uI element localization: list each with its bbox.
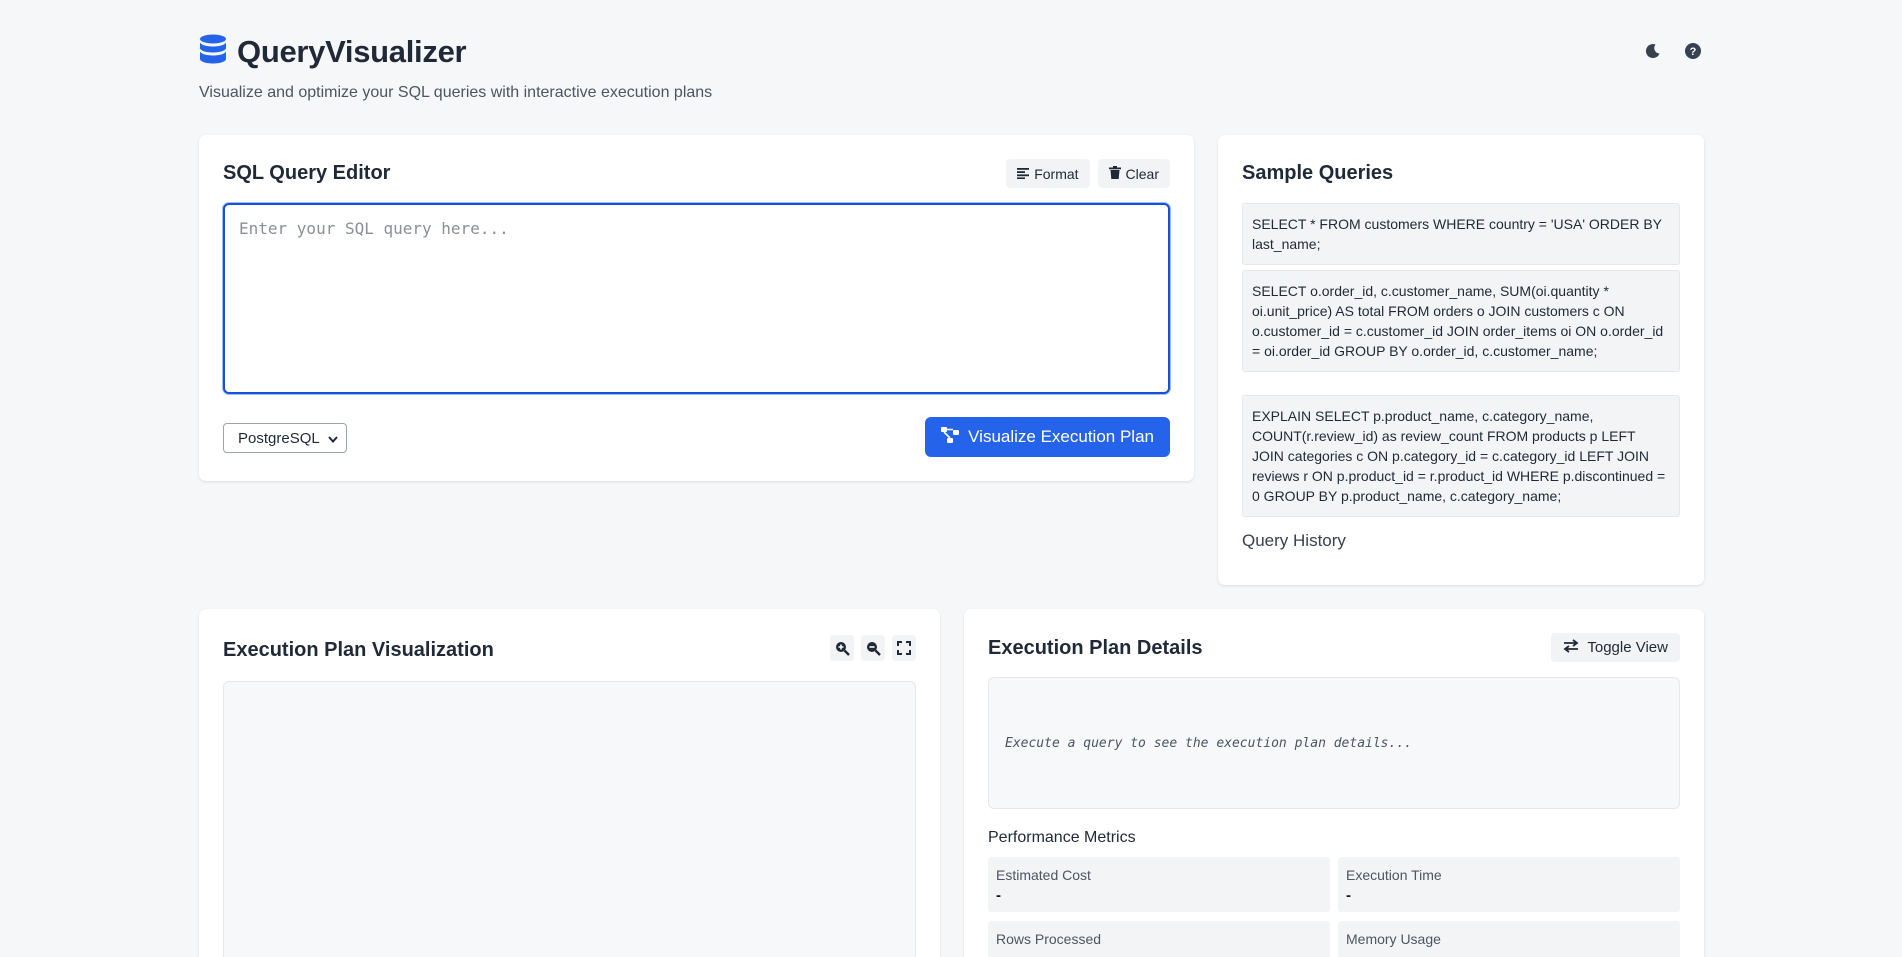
trash-icon <box>1108 165 1121 182</box>
performance-metrics-heading: Performance Metrics <box>988 829 1136 846</box>
sample-query-item[interactable]: SELECT o.order_id, c.customer_name, SUM(… <box>1242 270 1680 372</box>
brand: QueryVisualizer <box>199 34 1702 70</box>
metric-estimated-cost: Estimated Cost - <box>988 857 1330 912</box>
database-icon <box>199 34 227 70</box>
toggle-view-label: Toggle View <box>1587 639 1668 656</box>
zoom-in-icon[interactable] <box>830 635 854 661</box>
dialect-selected-value: PostgreSQL <box>238 429 320 447</box>
format-button[interactable]: Format <box>1006 159 1090 188</box>
execution-plan-details-card: Execution Plan Details Toggle View Execu… <box>964 609 1704 957</box>
samples-title: Sample Queries <box>1242 162 1394 184</box>
expand-icon[interactable] <box>892 635 916 661</box>
sql-editor-card: SQL Query Editor Format Clear PostgreSQL… <box>199 135 1194 481</box>
metric-value: - <box>1346 951 1672 957</box>
question-circle-icon[interactable]: ? <box>1684 42 1702 60</box>
format-label: Format <box>1034 165 1079 182</box>
metric-execution-time: Execution Time - <box>1338 857 1680 912</box>
metric-value: - <box>996 951 1322 957</box>
app-header: QueryVisualizer Visualize and optimize y… <box>199 34 1702 104</box>
app-subtitle: Visualize and optimize your SQL queries … <box>199 84 713 101</box>
editor-title: SQL Query Editor <box>223 162 391 184</box>
metric-label: Rows Processed <box>996 931 1102 947</box>
metric-memory-usage: Memory Usage - <box>1338 921 1680 957</box>
clear-label: Clear <box>1125 165 1159 182</box>
diagram-icon <box>941 426 960 448</box>
header-actions: ? <box>1644 42 1702 60</box>
sql-query-input[interactable] <box>223 203 1170 394</box>
metric-value: - <box>1346 887 1351 904</box>
visualize-label: Visualize Execution Plan <box>968 427 1154 446</box>
clear-button[interactable]: Clear <box>1097 159 1170 188</box>
align-left-icon <box>1017 166 1030 182</box>
toggle-view-button[interactable]: Toggle View <box>1551 633 1680 662</box>
chevron-down-icon <box>328 430 338 447</box>
sample-query-item[interactable]: SELECT * FROM customers WHERE country = … <box>1242 203 1680 265</box>
app-title: QueryVisualizer <box>237 34 467 69</box>
metric-label: Execution Time <box>1346 867 1442 883</box>
dialect-select[interactable]: PostgreSQL <box>223 423 347 453</box>
moon-icon[interactable] <box>1644 42 1662 60</box>
sample-queries-card: Sample Queries SELECT * FROM customers W… <box>1218 135 1704 585</box>
visualization-title: Execution Plan Visualization <box>223 639 494 661</box>
editor-toolbar: Format Clear <box>1006 159 1170 188</box>
plan-details-output: Execute a query to see the execution pla… <box>988 677 1680 809</box>
svg-text:?: ? <box>1690 46 1697 58</box>
query-history-heading: Query History <box>1242 531 1346 550</box>
metric-value: - <box>996 887 1001 904</box>
metric-label: Estimated Cost <box>996 867 1091 883</box>
execution-plan-canvas[interactable] <box>223 681 916 957</box>
zoom-out-icon[interactable] <box>861 635 885 661</box>
details-title: Execution Plan Details <box>988 637 1203 659</box>
sample-query-item[interactable]: EXPLAIN SELECT p.product_name, c.categor… <box>1242 395 1680 517</box>
metric-label: Memory Usage <box>1346 931 1441 947</box>
execution-plan-visualization-card: Execution Plan Visualization <box>199 609 940 957</box>
exchange-icon <box>1563 638 1579 657</box>
visualize-execution-plan-button[interactable]: Visualize Execution Plan <box>925 417 1170 457</box>
visualization-toolbar <box>830 635 916 661</box>
metric-rows-processed: Rows Processed - <box>988 921 1330 957</box>
plan-details-placeholder: Execute a query to see the execution pla… <box>1005 735 1412 751</box>
